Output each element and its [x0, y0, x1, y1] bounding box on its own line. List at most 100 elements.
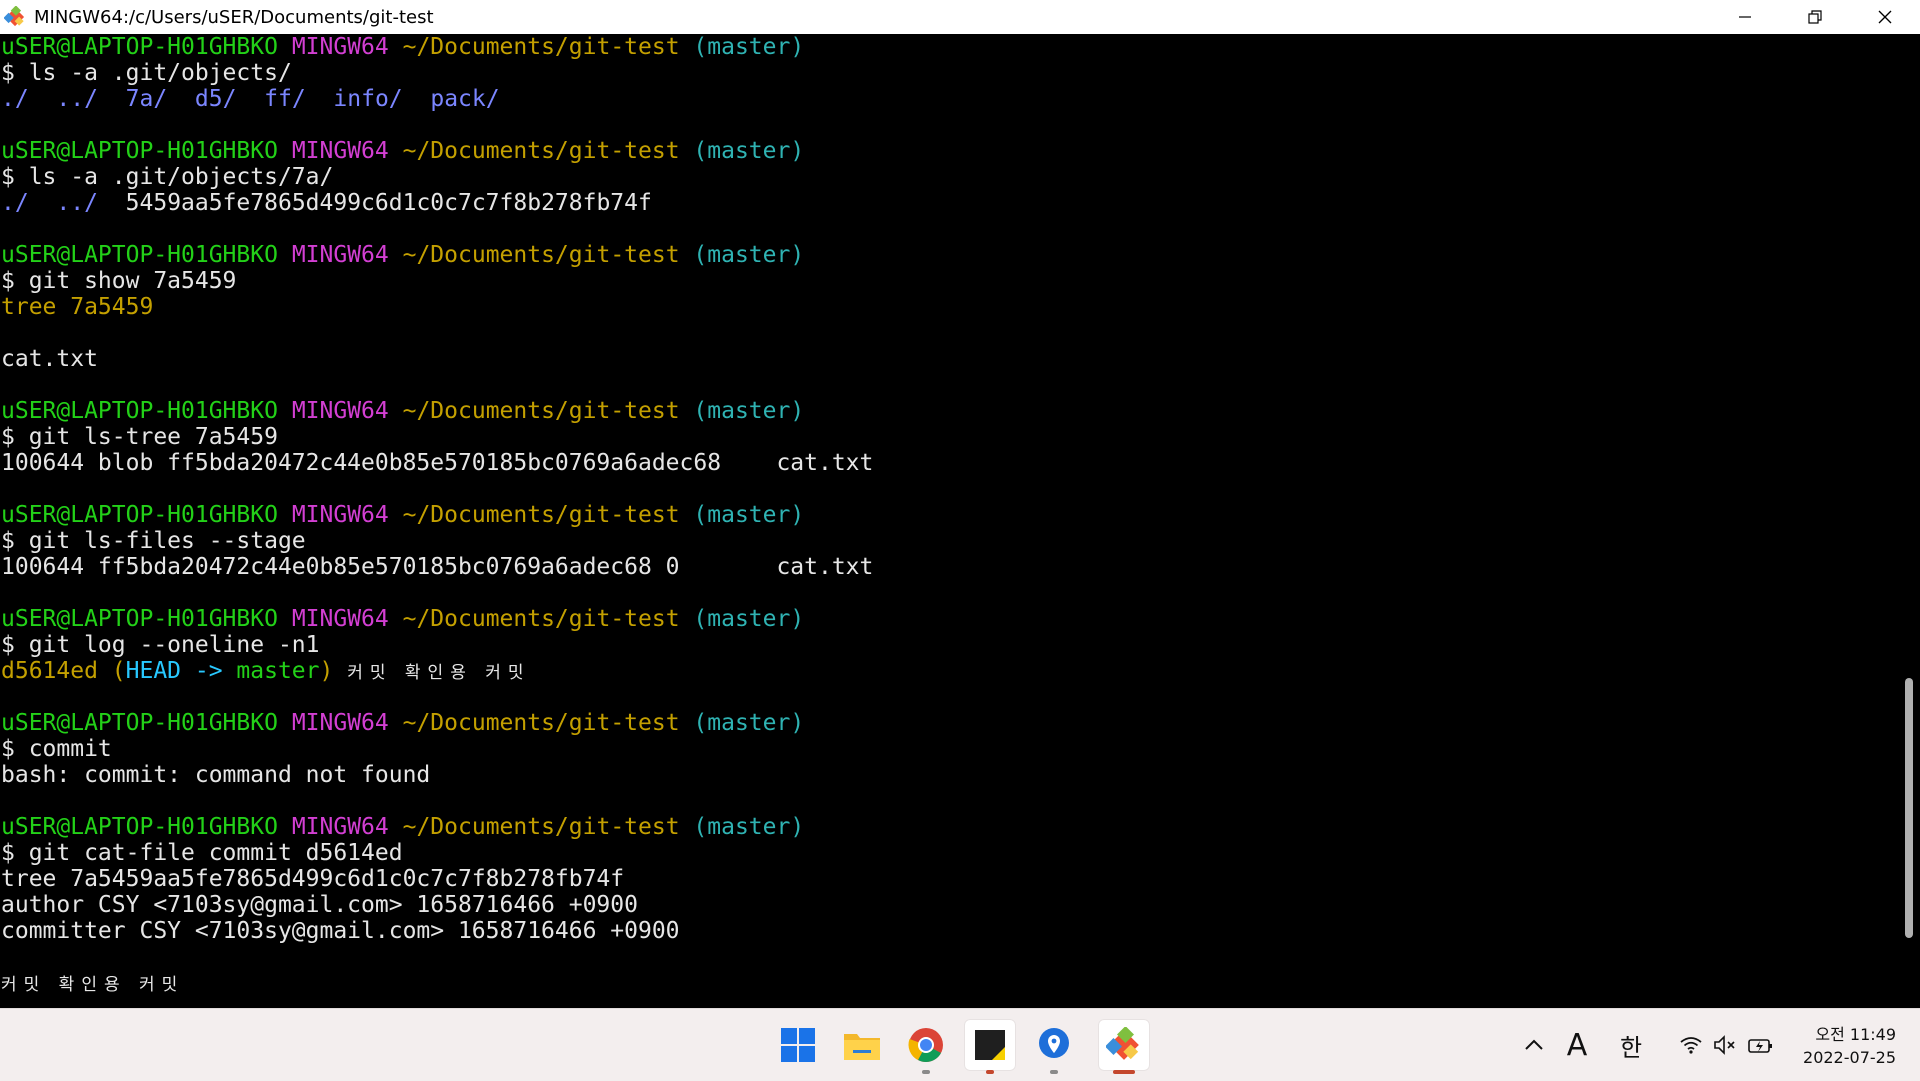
terminal-text: author CSY <7103sy@gmail.com> 1658716466… [1, 892, 638, 918]
terminal-scrollbar[interactable] [1898, 34, 1920, 1008]
terminal-text: MINGW64 [291, 710, 389, 736]
running-indicator [1050, 1070, 1058, 1074]
terminal-text: cat.txt [1, 346, 98, 372]
terminal-text: (master) [693, 814, 805, 840]
terminal-text: MINGW64 [291, 814, 389, 840]
terminal-text: $ git ls-tree 7a5459 [1, 424, 278, 450]
terminal-text: pack/ [430, 86, 500, 112]
terminal-text: ~/Documents/git-test [402, 34, 680, 60]
terminal-line: uSER@LAPTOP-H01GHBKO MINGW64 ~/Documents… [0, 398, 1898, 424]
wifi-icon [1680, 1037, 1702, 1054]
volume-button[interactable] [1710, 1009, 1740, 1081]
close-button[interactable] [1850, 0, 1920, 34]
terminal-text: 7a/ [125, 86, 168, 112]
terminal-text: MINGW64 [291, 398, 389, 424]
terminal-text: uSER@LAPTOP-H01GHBKO [1, 814, 278, 840]
terminal-text: (master) [693, 242, 805, 268]
ime-language-indicator[interactable]: 한 [1614, 1009, 1648, 1081]
terminal-text: (master) [693, 398, 805, 424]
clock-date: 2022-07-25 [1803, 1048, 1896, 1067]
terminal-text: $ git show 7a5459 [1, 268, 237, 294]
terminal-text: uSER@LAPTOP-H01GHBKO [1, 138, 278, 164]
taskbar-chrome[interactable] [900, 1019, 952, 1074]
minimize-icon [1739, 16, 1751, 18]
taskbar-maps[interactable] [1028, 1019, 1080, 1074]
restore-button[interactable] [1780, 0, 1850, 34]
terminal-text: uSER@LAPTOP-H01GHBKO [1, 502, 278, 528]
restore-icon [1808, 10, 1822, 24]
scrollbar-thumb[interactable] [1905, 678, 1913, 938]
terminal-line: author CSY <7103sy@gmail.com> 1658716466… [0, 892, 1898, 918]
tray-overflow-button[interactable] [1518, 1009, 1550, 1081]
terminal-line: $ ls -a .git/objects/7a/ [0, 164, 1898, 190]
terminal-line: uSER@LAPTOP-H01GHBKO MINGW64 ~/Documents… [0, 34, 1898, 60]
terminal-line: uSER@LAPTOP-H01GHBKO MINGW64 ~/Documents… [0, 502, 1898, 528]
terminal-output[interactable]: uSER@LAPTOP-H01GHBKO MINGW64 ~/Documents… [0, 34, 1898, 1008]
taskbar-git-bash[interactable] [1098, 1019, 1150, 1074]
terminal-text: $ ls -a .git/objects/7a/ [1, 164, 334, 190]
ime-mode-indicator[interactable]: A [1560, 1009, 1594, 1081]
terminal-text: ( [97, 658, 126, 684]
terminal-text: MINGW64 [291, 34, 389, 60]
terminal-text: 100644 blob ff5bda20472c44e0b85e570185bc… [1, 450, 874, 476]
battery-charging-icon [1748, 1039, 1772, 1053]
running-indicator [922, 1070, 930, 1074]
battery-button[interactable] [1746, 1009, 1776, 1081]
terminal-line: $ git show 7a5459 [0, 268, 1898, 294]
terminal-text: (master) [693, 502, 805, 528]
network-button[interactable] [1676, 1009, 1706, 1081]
terminal-text: 100644 ff5bda20472c44e0b85e570185bc0769a… [1, 554, 874, 580]
terminal-text: ~/Documents/git-test [402, 398, 680, 424]
terminal-line: ./ ../ 5459aa5fe7865d499c6d1c0c7c7f8b278… [0, 190, 1898, 216]
terminal-text: $ git ls-files --stage [1, 528, 306, 554]
terminal-text: uSER@LAPTOP-H01GHBKO [1, 710, 278, 736]
terminal-line: uSER@LAPTOP-H01GHBKO MINGW64 ~/Documents… [0, 606, 1898, 632]
taskbar-sticky-notes[interactable] [964, 1019, 1016, 1074]
window-titlebar[interactable]: MINGW64:/c/Users/uSER/Documents/git-test [0, 0, 1920, 34]
terminal-text: ../ [56, 86, 98, 112]
terminal-line: $ ls -a .git/objects/ [0, 60, 1898, 86]
file-explorer-icon [844, 1034, 880, 1060]
windows-start-icon [781, 1028, 815, 1062]
sticky-notes-icon [975, 1030, 1005, 1060]
system-clock[interactable]: 오전 11:49 2022-07-25 [1803, 1023, 1896, 1069]
terminal-text: uSER@LAPTOP-H01GHBKO [1, 242, 278, 268]
terminal-text: 5459aa5fe7865d499c6d1c0c7c7f8b278fb74f [97, 190, 652, 216]
terminal-text: ./ [1, 190, 29, 216]
terminal-text: $ git cat-file commit d5614ed [1, 840, 403, 866]
terminal-line: uSER@LAPTOP-H01GHBKO MINGW64 ~/Documents… [0, 814, 1898, 840]
start-button[interactable] [772, 1019, 824, 1071]
terminal-korean-text: 커밋 확인용 커밋 [347, 663, 531, 683]
taskbar-file-explorer[interactable] [836, 1019, 888, 1071]
minimize-button[interactable] [1710, 0, 1780, 34]
terminal-text: tree 7a5459aa5fe7865d499c6d1c0c7c7f8b278… [1, 866, 625, 892]
terminal-text: ~/Documents/git-test [402, 138, 680, 164]
terminal-text: uSER@LAPTOP-H01GHBKO [1, 398, 278, 424]
terminal-text: ~/Documents/git-test [402, 502, 680, 528]
git-bash-icon [4, 6, 25, 27]
